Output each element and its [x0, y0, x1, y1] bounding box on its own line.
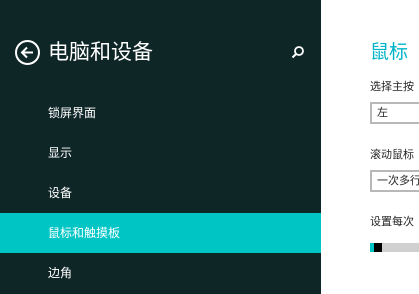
nav-item-devices[interactable]: 设备 [0, 173, 321, 213]
scroll-lines-label: 设置每次 [370, 215, 414, 228]
scroll-value: 一次多行 [377, 174, 419, 187]
section-title: 鼠标 [370, 41, 409, 63]
scroll-label: 滚动鼠标 [370, 148, 414, 161]
scroll-select[interactable]: 一次多行 [370, 170, 419, 192]
nav-item-mouse-touchpad[interactable]: 鼠标和触摸板 [0, 213, 321, 253]
primary-button-value: 左 [377, 106, 388, 119]
back-button[interactable] [15, 40, 40, 65]
content-pane: 鼠标 选择主按 左 滚动鼠标 一次多行 设置每次 [321, 0, 419, 294]
primary-button-label: 选择主按 [370, 80, 414, 93]
scroll-lines-slider[interactable] [370, 243, 419, 252]
slider-thumb[interactable] [374, 243, 382, 252]
settings-window: 电脑和设备 锁屏界面 显示 设备 鼠标和触摸板 边角 鼠标 选择主按 左 滚动鼠… [0, 0, 419, 294]
search-icon [291, 46, 304, 59]
nav-item-display[interactable]: 显示 [0, 133, 321, 173]
search-button[interactable] [290, 45, 306, 61]
nav-pane: 电脑和设备 锁屏界面 显示 设备 鼠标和触摸板 边角 [0, 0, 321, 294]
back-arrow-icon [20, 46, 33, 59]
nav-item-lock-screen[interactable]: 锁屏界面 [0, 93, 321, 133]
page-title: 电脑和设备 [48, 40, 153, 64]
primary-button-select[interactable]: 左 [370, 102, 419, 124]
nav-list: 锁屏界面 显示 设备 鼠标和触摸板 边角 [0, 93, 321, 293]
nav-item-corners[interactable]: 边角 [0, 253, 321, 293]
